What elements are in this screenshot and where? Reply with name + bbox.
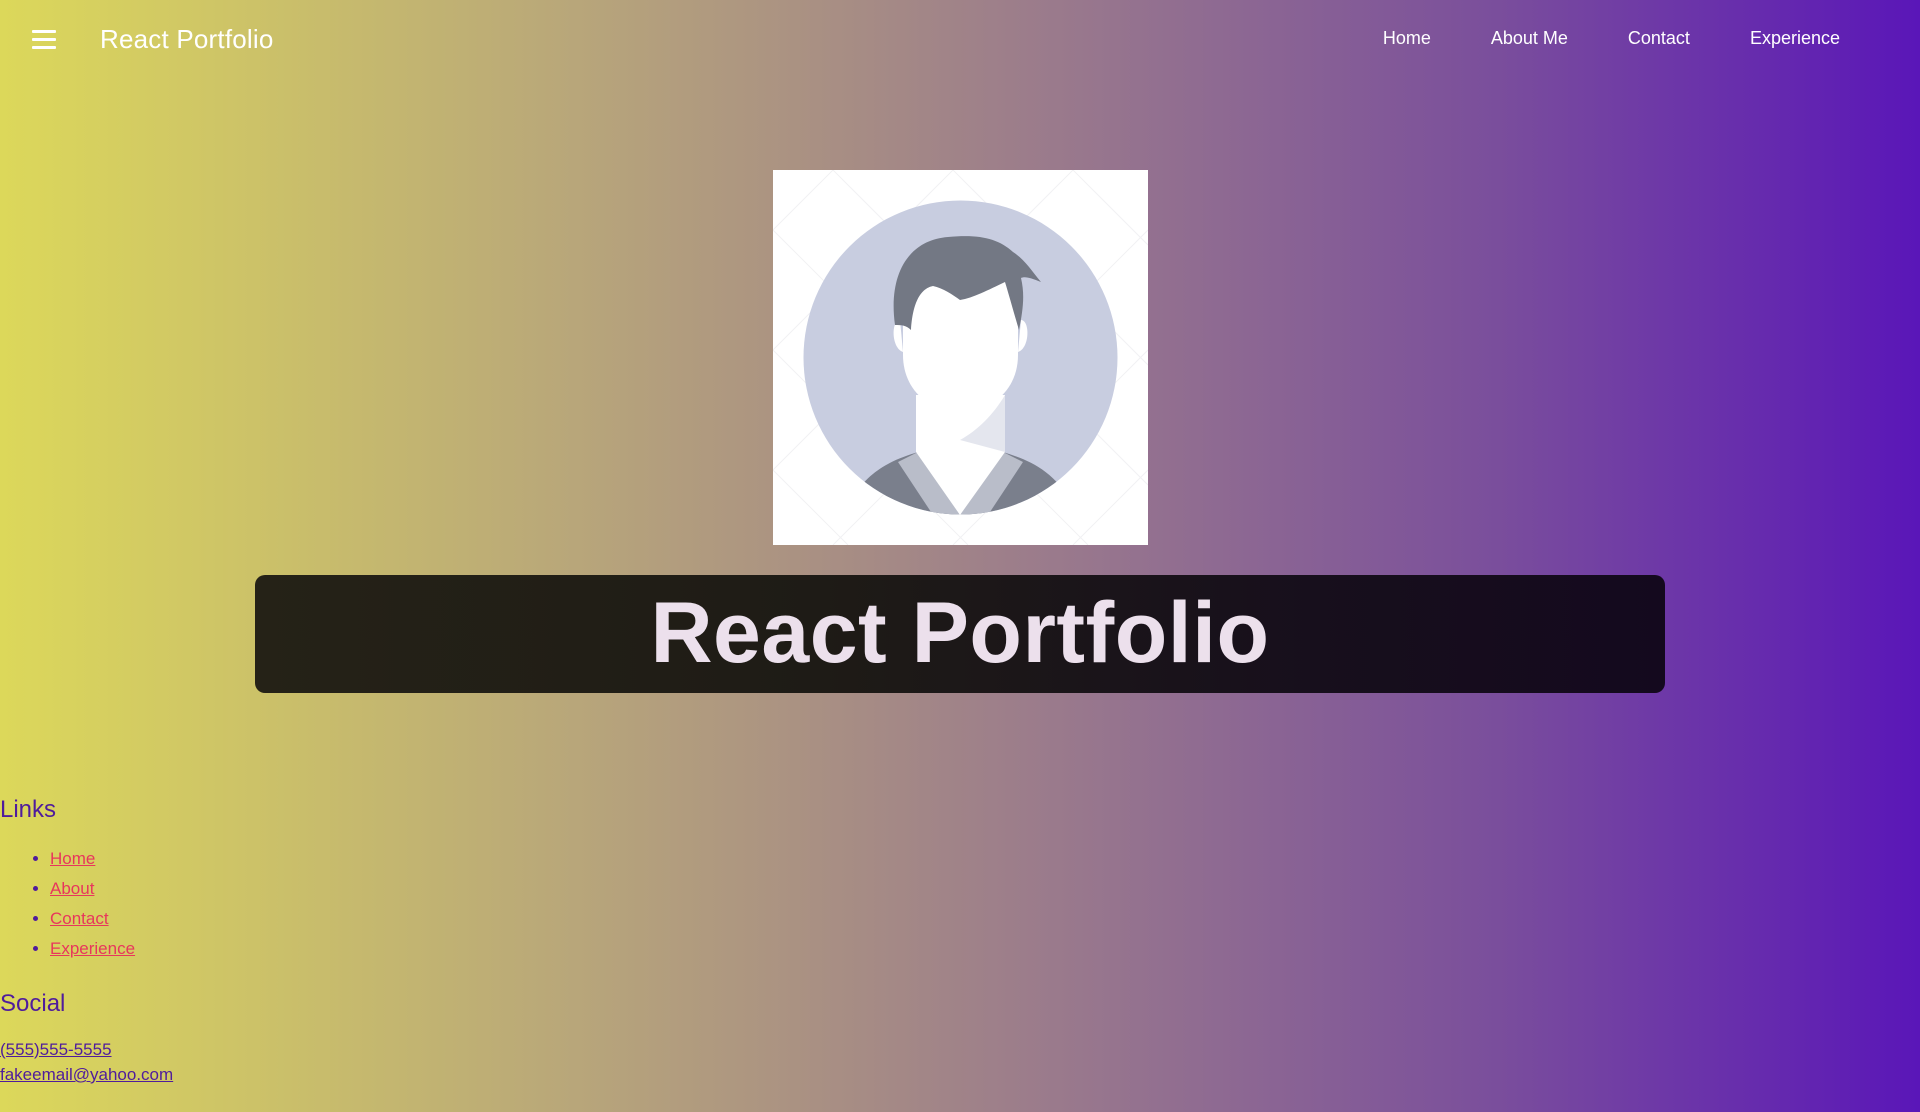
footer-contact-link[interactable]: Contact: [50, 909, 109, 928]
hero-banner: React Portfolio: [255, 575, 1665, 693]
nav-contact-link[interactable]: Contact: [1628, 28, 1690, 49]
nav-about-link[interactable]: About Me: [1491, 28, 1568, 49]
brand-title[interactable]: React Portfolio: [100, 24, 274, 55]
list-item: About: [50, 874, 135, 904]
nav-experience-link[interactable]: Experience: [1750, 28, 1840, 49]
top-navbar: React Portfolio Home About Me Contact Ex…: [0, 0, 1920, 80]
social-heading: Social: [0, 990, 66, 1017]
hamburger-icon: [32, 30, 56, 33]
footer-about-link[interactable]: About: [50, 879, 94, 898]
list-item: Experience: [50, 934, 135, 964]
hamburger-menu-button[interactable]: [32, 30, 56, 50]
main-nav: Home About Me Contact Experience: [1323, 28, 1840, 49]
hamburger-icon: [32, 46, 56, 49]
list-item: Contact: [50, 904, 135, 934]
hamburger-icon: [32, 38, 56, 41]
links-heading: Links: [0, 796, 57, 823]
profile-avatar-image: [773, 170, 1148, 545]
phone-link[interactable]: (555)555-5555: [0, 1040, 112, 1060]
footer-links-list: Home About Contact Experience: [0, 844, 135, 964]
list-item: Home: [50, 844, 135, 874]
nav-home-link[interactable]: Home: [1383, 28, 1431, 49]
footer-experience-link[interactable]: Experience: [50, 939, 135, 958]
footer-home-link[interactable]: Home: [50, 849, 95, 868]
default-avatar-icon: [773, 170, 1148, 545]
email-link[interactable]: fakeemail@yahoo.com: [0, 1065, 173, 1085]
hero-title: React Portfolio: [650, 585, 1270, 681]
